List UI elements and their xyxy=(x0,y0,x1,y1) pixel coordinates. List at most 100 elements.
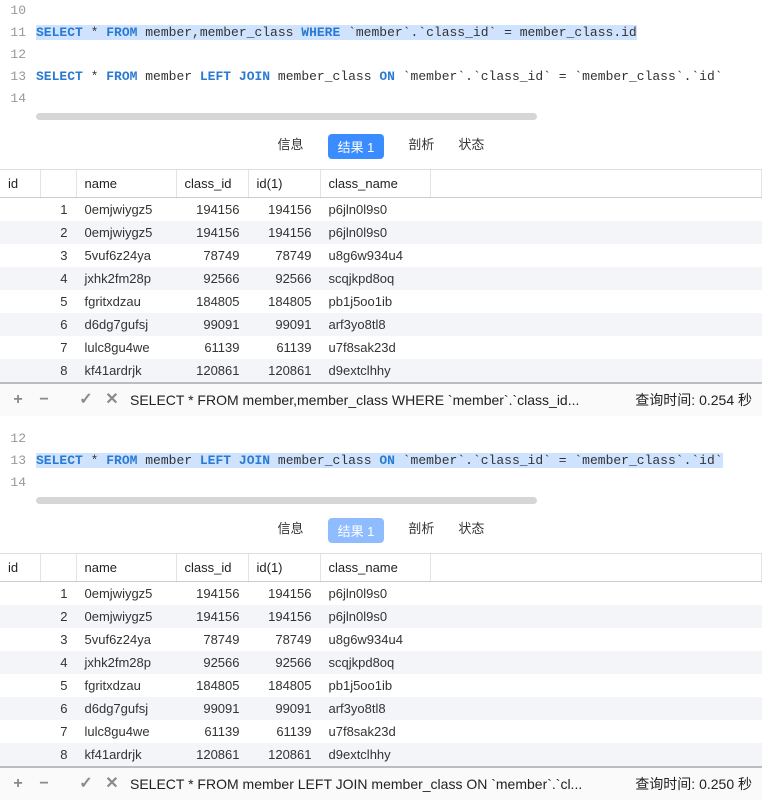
cell-id1: 184805 xyxy=(248,674,320,697)
code-line[interactable]: SELECT * FROM member LEFT JOIN member_cl… xyxy=(36,66,762,88)
column-header[interactable]: class_name xyxy=(320,554,430,582)
cell-class-id: 120861 xyxy=(176,359,248,382)
tab-result[interactable]: 结果 1 xyxy=(328,518,385,543)
cell-id1: 194156 xyxy=(248,582,320,606)
apply-icon[interactable]: ✓ xyxy=(78,776,94,792)
tab-info[interactable]: 信息 xyxy=(278,518,304,543)
cell-class-id: 78749 xyxy=(176,628,248,651)
code-line[interactable] xyxy=(36,472,762,494)
code-line[interactable] xyxy=(36,428,762,450)
cell-class-id: 194156 xyxy=(176,582,248,606)
cell-id1: 120861 xyxy=(248,359,320,382)
sql-editor[interactable]: 1213SELECT * FROM member LEFT JOIN membe… xyxy=(0,428,762,496)
column-header[interactable]: name xyxy=(76,554,176,582)
remove-row-icon[interactable]: − xyxy=(36,776,52,792)
column-header[interactable]: id xyxy=(0,554,40,582)
cell-index: 4 xyxy=(40,267,76,290)
cell-index: 5 xyxy=(40,290,76,313)
table-row[interactable]: 4jxhk2fm28p9256692566scqjkpd8oq xyxy=(0,651,762,674)
table-row[interactable]: 35vuf6z24ya7874978749u8g6w934u4 xyxy=(0,628,762,651)
cell-name: d6dg7gufsj xyxy=(76,697,176,720)
status-sql: SELECT * FROM member LEFT JOIN member_cl… xyxy=(130,776,625,792)
cell-class-name: p6jln0l9s0 xyxy=(320,198,430,222)
code-line[interactable] xyxy=(36,0,762,22)
column-header[interactable]: class_name xyxy=(320,170,430,198)
cell-id1: 99091 xyxy=(248,313,320,336)
table-row[interactable]: 6d6dg7gufsj9909199091arf3yo8tl8 xyxy=(0,697,762,720)
cell-index: 2 xyxy=(40,221,76,244)
tab-profile[interactable]: 剖析 xyxy=(408,518,434,543)
table-row[interactable]: 4jxhk2fm28p9256692566scqjkpd8oq xyxy=(0,267,762,290)
column-header[interactable] xyxy=(40,554,76,582)
cell-index: 2 xyxy=(40,605,76,628)
code-line[interactable] xyxy=(36,44,762,66)
tab-status[interactable]: 状态 xyxy=(458,518,484,543)
cell-class-name: u7f8sak23d xyxy=(320,720,430,743)
table-row[interactable]: 35vuf6z24ya7874978749u8g6w934u4 xyxy=(0,244,762,267)
add-row-icon[interactable]: + xyxy=(10,392,26,408)
cell-name: jxhk2fm28p xyxy=(76,651,176,674)
cell-class-name: scqjkpd8oq xyxy=(320,651,430,674)
table-row[interactable]: 6d6dg7gufsj9909199091arf3yo8tl8 xyxy=(0,313,762,336)
cell-index: 4 xyxy=(40,651,76,674)
table-row[interactable]: 7lulc8gu4we6113961139u7f8sak23d xyxy=(0,336,762,359)
column-header[interactable]: class_id xyxy=(176,170,248,198)
panel-bottom: 1213SELECT * FROM member LEFT JOIN membe… xyxy=(0,428,762,800)
cancel-icon[interactable]: ✕ xyxy=(104,776,120,792)
table-row[interactable]: 8kf41ardrjk120861120861d9extclhhy xyxy=(0,743,762,766)
cell-class-id: 184805 xyxy=(176,674,248,697)
cell-id1: 92566 xyxy=(248,267,320,290)
cell-class-name: u8g6w934u4 xyxy=(320,628,430,651)
table-row[interactable]: 5fgritxdzau184805184805pb1j5oo1ib xyxy=(0,674,762,697)
code-line[interactable]: SELECT * FROM member LEFT JOIN member_cl… xyxy=(36,450,762,472)
code-line[interactable]: SELECT * FROM member,member_class WHERE … xyxy=(36,22,762,44)
result-grid[interactable]: id nameclass_idid(1)class_name 10emjwiygz… xyxy=(0,170,762,382)
table-row[interactable]: 20emjwiygz5194156194156p6jln0l9s0 xyxy=(0,221,762,244)
line-number: 14 xyxy=(0,88,36,110)
table-row[interactable]: 10emjwiygz5194156194156p6jln0l9s0 xyxy=(0,198,762,222)
table-row[interactable]: 8kf41ardrjk120861120861d9extclhhy xyxy=(0,359,762,382)
cell-class-id: 120861 xyxy=(176,743,248,766)
cell-class-name: p6jln0l9s0 xyxy=(320,221,430,244)
code-line[interactable] xyxy=(36,88,762,110)
table-row[interactable]: 20emjwiygz5194156194156p6jln0l9s0 xyxy=(0,605,762,628)
line-number: 12 xyxy=(0,44,36,66)
table-row[interactable]: 7lulc8gu4we6113961139u7f8sak23d xyxy=(0,720,762,743)
column-header[interactable] xyxy=(40,170,76,198)
editor-h-scroll[interactable] xyxy=(36,496,752,506)
column-header[interactable]: id(1) xyxy=(248,170,320,198)
column-header[interactable]: id(1) xyxy=(248,554,320,582)
status-bar: + − ✓ ✕ SELECT * FROM member,member_clas… xyxy=(0,382,762,416)
result-grid[interactable]: id nameclass_idid(1)class_name 10emjwiygz… xyxy=(0,554,762,766)
column-header[interactable]: id xyxy=(0,170,40,198)
column-header[interactable]: class_id xyxy=(176,554,248,582)
cell-name: 0emjwiygz5 xyxy=(76,582,176,606)
cell-class-name: p6jln0l9s0 xyxy=(320,605,430,628)
sql-editor[interactable]: 1011SELECT * FROM member,member_class WH… xyxy=(0,0,762,112)
remove-row-icon[interactable]: − xyxy=(36,392,52,408)
editor-h-scroll[interactable] xyxy=(36,112,752,122)
table-row[interactable]: 10emjwiygz5194156194156p6jln0l9s0 xyxy=(0,582,762,606)
cell-class-id: 92566 xyxy=(176,267,248,290)
cell-id1: 184805 xyxy=(248,290,320,313)
cell-id1: 78749 xyxy=(248,628,320,651)
tab-info[interactable]: 信息 xyxy=(278,134,304,159)
tab-result[interactable]: 结果 1 xyxy=(328,134,385,159)
tab-status[interactable]: 状态 xyxy=(458,134,484,159)
column-header[interactable]: name xyxy=(76,170,176,198)
apply-icon[interactable]: ✓ xyxy=(78,392,94,408)
cell-name: lulc8gu4we xyxy=(76,336,176,359)
cell-class-name: p6jln0l9s0 xyxy=(320,582,430,606)
add-row-icon[interactable]: + xyxy=(10,776,26,792)
result-tabs: 信息 结果 1 剖析 状态 xyxy=(0,126,762,170)
line-number: 14 xyxy=(0,472,36,494)
cell-name: lulc8gu4we xyxy=(76,720,176,743)
cell-index: 8 xyxy=(40,743,76,766)
cell-name: 0emjwiygz5 xyxy=(76,198,176,222)
tab-profile[interactable]: 剖析 xyxy=(408,134,434,159)
cell-name: jxhk2fm28p xyxy=(76,267,176,290)
cell-name: 0emjwiygz5 xyxy=(76,221,176,244)
cancel-icon[interactable]: ✕ xyxy=(104,392,120,408)
cell-index: 1 xyxy=(40,198,76,222)
table-row[interactable]: 5fgritxdzau184805184805pb1j5oo1ib xyxy=(0,290,762,313)
